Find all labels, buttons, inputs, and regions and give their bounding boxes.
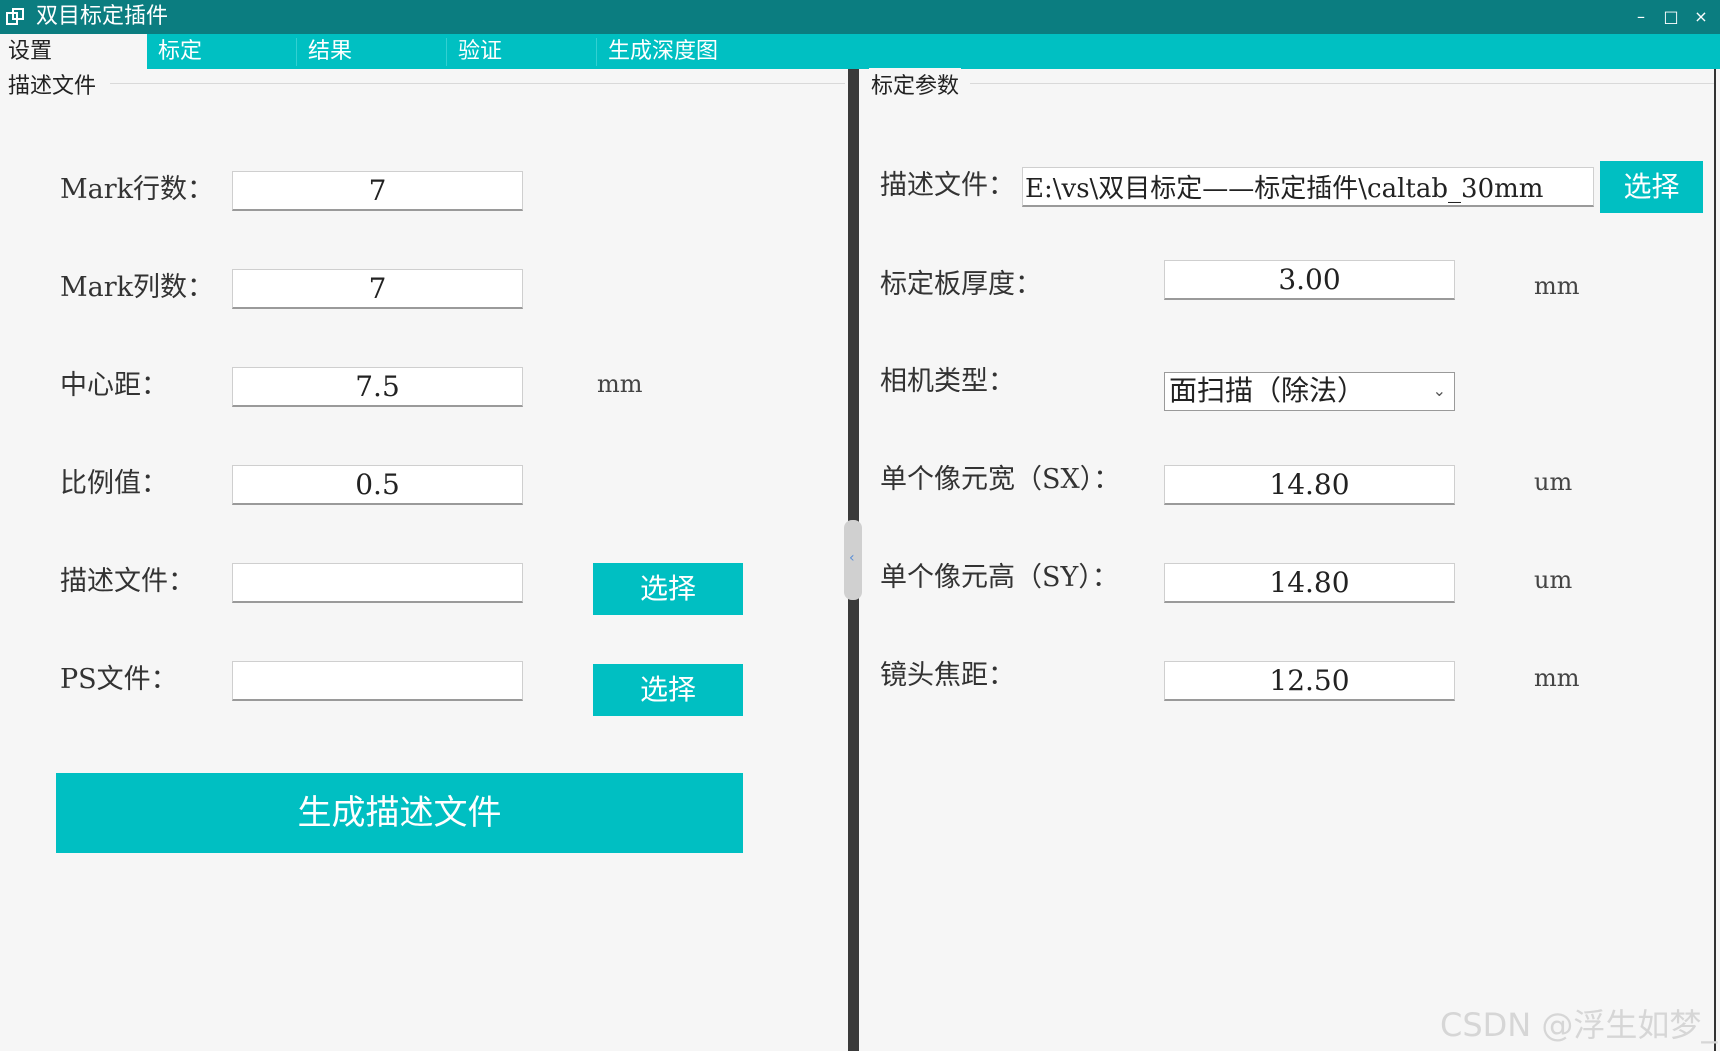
window-title: 双目标定插件 [36, 4, 169, 29]
desc-file-label: 描述文件： [60, 566, 195, 597]
desc-file-select-button[interactable]: 选择 [593, 563, 743, 615]
center-distance-input[interactable] [232, 367, 523, 407]
focal-length-unit: mm [1534, 664, 1580, 692]
mark-rows-input[interactable] [232, 171, 523, 211]
right-desc-file-label: 描述文件： [880, 170, 1015, 201]
title-bar[interactable]: 双目标定插件 – □ × [0, 0, 1720, 34]
camera-type-value: 面扫描（除法） [1169, 374, 1366, 407]
pixel-height-label: 单个像元高（SY）： [880, 562, 1119, 593]
pixel-height-unit: um [1534, 566, 1573, 594]
tab-settings[interactable]: 设置 [0, 34, 147, 69]
generate-description-button[interactable]: 生成描述文件 [56, 773, 743, 853]
close-button[interactable]: × [1688, 4, 1714, 30]
ratio-label: 比例值： [60, 468, 168, 499]
center-distance-unit: mm [597, 370, 643, 398]
tab-separator [596, 38, 597, 66]
tab-verify[interactable]: 验证 [450, 34, 596, 69]
tab-bar: 设置 标定 结果 验证 生成深度图 [0, 34, 1720, 69]
pixel-height-input[interactable] [1164, 563, 1455, 603]
ps-file-label: PS文件： [60, 664, 178, 695]
board-thickness-label: 标定板厚度： [880, 269, 1042, 300]
tab-results[interactable]: 结果 [300, 34, 446, 69]
group-title-calibration-params: 标定参数 [869, 68, 962, 100]
right-desc-file-input[interactable] [1022, 167, 1594, 207]
focal-length-label: 镜头焦距： [880, 660, 1015, 691]
app-icon [6, 8, 24, 25]
right-desc-file-select-button[interactable]: 选择 [1600, 161, 1703, 213]
tab-depth-map[interactable]: 生成深度图 [600, 34, 760, 69]
mark-cols-label: Mark列数： [60, 272, 215, 303]
group-title-description: 描述文件 [6, 68, 99, 100]
ratio-input[interactable] [232, 465, 523, 505]
pixel-width-input[interactable] [1164, 465, 1455, 505]
maximize-button[interactable]: □ [1658, 4, 1684, 30]
center-distance-label: 中心距： [60, 370, 168, 401]
window-edge [1714, 69, 1716, 1051]
tab-separator [446, 38, 447, 66]
pixel-width-unit: um [1534, 468, 1573, 496]
minimize-button[interactable]: – [1628, 4, 1654, 30]
board-thickness-input[interactable] [1164, 260, 1455, 300]
tab-separator [296, 38, 297, 66]
pixel-width-label: 单个像元宽（SX）： [880, 464, 1121, 495]
camera-type-label: 相机类型： [880, 366, 1015, 397]
group-border [110, 83, 845, 84]
group-border [970, 83, 1714, 84]
chevron-down-icon: ⌄ [1432, 381, 1446, 400]
focal-length-input[interactable] [1164, 661, 1455, 701]
ps-file-select-button[interactable]: 选择 [593, 664, 743, 716]
collapse-arrow-icon[interactable]: ‹ [849, 550, 855, 566]
mark-rows-label: Mark行数： [60, 174, 215, 205]
tab-calibrate[interactable]: 标定 [150, 34, 296, 69]
watermark: CSDN @浮生如梦_ [1440, 1006, 1718, 1044]
ps-file-input[interactable] [232, 661, 523, 701]
camera-type-select[interactable]: 面扫描（除法） ⌄ [1164, 372, 1455, 411]
desc-file-input[interactable] [232, 563, 523, 603]
board-thickness-unit: mm [1534, 272, 1580, 300]
mark-cols-input[interactable] [232, 269, 523, 309]
